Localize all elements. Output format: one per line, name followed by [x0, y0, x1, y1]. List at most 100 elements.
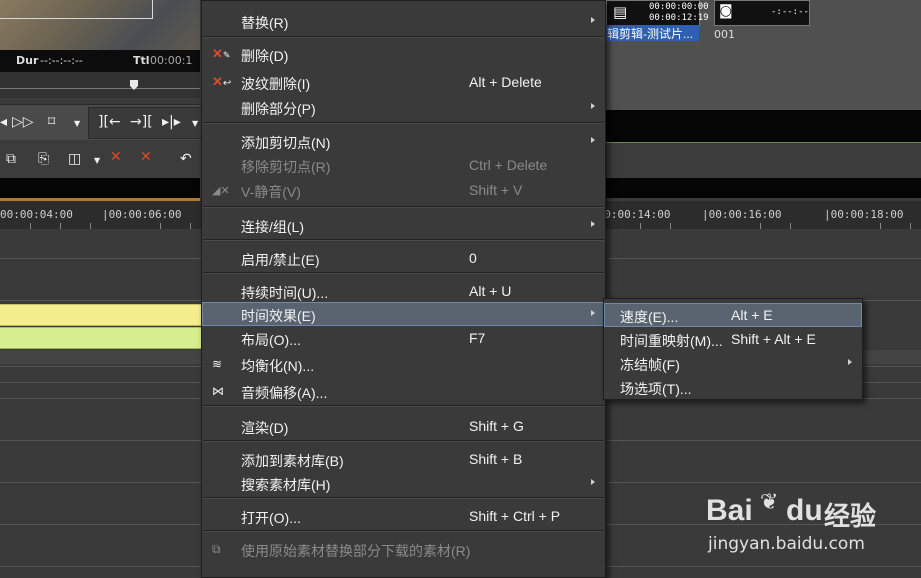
undo-icon[interactable]: ↶	[180, 151, 192, 167]
split-icon[interactable]: ▸|▸	[162, 114, 181, 130]
mark-in-icon[interactable]: ][←	[98, 114, 121, 130]
context-menu-item[interactable]: ✕✎ 删除(D)	[202, 42, 605, 66]
context-menu-item[interactable]: 搜索素材库(H)	[202, 471, 605, 495]
watermark-url: jingyan.baidu.com	[708, 534, 865, 554]
chevron-down-icon[interactable]: ▼	[74, 119, 80, 128]
context-menu-item[interactable]: ⋈ 音频偏移(A)...	[202, 379, 605, 403]
submenu-arrow-icon	[591, 17, 595, 23]
menu-item-label: 波纹删除(I)	[241, 76, 311, 92]
insert-icon[interactable]: ◫	[68, 151, 81, 167]
context-menu-item[interactable]: 删除部分(P)	[202, 95, 605, 119]
menu-item-shortcut: Shift + G	[469, 418, 524, 434]
ttl-value: 00:00:1	[150, 54, 193, 67]
context-menu-item[interactable]: 添加剪切点(N)	[202, 129, 605, 153]
menu-item-label: 连接/组(L)	[241, 219, 304, 235]
submenu-arrow-icon	[591, 103, 595, 109]
context-menu-item[interactable]: 连接/组(L)	[202, 213, 605, 237]
clip-thumbnail[interactable]: ▤ 00:00:00:00 00:00:12:19	[606, 0, 709, 26]
audio-offset-icon: ⋈	[212, 384, 224, 398]
menu-item-label: 添加到素材库(B)	[241, 453, 344, 469]
ruler-label: |00:00:18:00	[824, 208, 904, 221]
menu-item-label: 移除剪切点(R)	[241, 159, 331, 175]
menu-separator	[203, 530, 604, 532]
menu-item-label: 速度(E)...	[620, 309, 679, 325]
menu-separator	[203, 497, 604, 499]
menu-item-label: 持续时间(U)...	[241, 285, 329, 301]
ruler-label: 00:00:04:00	[0, 208, 73, 221]
menu-item-shortcut: Alt + U	[469, 283, 512, 299]
copy-icon[interactable]: ⧉	[6, 151, 16, 167]
watermark-product: 经验	[824, 502, 877, 532]
menu-separator	[203, 440, 604, 442]
menu-separator	[203, 36, 604, 38]
menu-item-shortcut: Ctrl + Delete	[469, 157, 548, 173]
go-in-icon[interactable]: →][	[130, 114, 153, 130]
submenu-arrow-icon	[591, 479, 595, 485]
menu-item-label: 添加剪切点(N)	[241, 135, 331, 151]
audio-clip-bar[interactable]	[0, 327, 202, 349]
context-menu-item[interactable]: 布局(O)... F7	[202, 326, 605, 350]
clip-in-time: -:--:--	[771, 7, 809, 17]
clip-duration: 00:00:12:19	[649, 13, 709, 23]
submenu-arrow-icon	[591, 310, 595, 316]
clip-thumbnail[interactable]: ◙ -:--:--	[714, 0, 810, 26]
menu-item-label: 布局(O)...	[241, 332, 301, 348]
menu-item-label: 时间效果(E)	[241, 308, 316, 324]
submenu-arrow-icon	[848, 359, 852, 365]
ripple-delete-icon: ✕↩	[212, 74, 232, 89]
clip-caption[interactable]: 辑剪辑-测试片...	[606, 25, 699, 41]
context-menu-item: ⧉ 使用原始素材替换部分下载的素材(R)	[202, 537, 605, 561]
fast-forward-icon[interactable]: ▷▷	[12, 114, 34, 130]
context-menu-item[interactable]: 添加到素材库(B) Shift + B	[202, 447, 605, 471]
context-menu-item[interactable]: 持续时间(U)... Alt + U	[202, 279, 605, 303]
ripple-delete-icon[interactable]: ✕	[140, 149, 152, 165]
preview-safe-frame	[0, 0, 153, 19]
chevron-down-icon[interactable]: ▼	[94, 156, 100, 165]
context-menu: 替换(R) ✕✎ 删除(D) ✕↩ 波纹删除(I) Alt + Delete 删除部分(P)…	[201, 0, 606, 578]
paste-icon[interactable]: ⎘	[38, 151, 49, 167]
menu-item-label: 使用原始素材替换部分下载的素材(R)	[241, 543, 471, 559]
menu-item-label: 打开(O)...	[241, 510, 301, 526]
menu-separator	[203, 206, 604, 208]
menu-item-label: V-静音(V)	[241, 184, 301, 200]
scrub-bar[interactable]	[0, 72, 200, 98]
context-menu-item: 移除剪切点(R) Ctrl + Delete	[202, 153, 605, 177]
submenu-item[interactable]: 场选项(T)...	[604, 375, 862, 399]
clip-caption[interactable]: 001	[714, 28, 735, 41]
video-clip-bar[interactable]	[0, 304, 202, 326]
watermark-brand: Bai	[706, 494, 753, 527]
context-menu-item[interactable]: 替换(R)	[202, 9, 605, 33]
context-menu-item[interactable]: 渲染(D) Shift + G	[202, 414, 605, 438]
timecode-bar: Dur --:--:--:-- Ttl 00:00:1	[0, 50, 200, 72]
ttl-label: Ttl	[133, 54, 150, 67]
delete-icon[interactable]: ✕	[110, 149, 122, 165]
loop-icon[interactable]: ⌑	[48, 114, 55, 130]
chevron-down-icon[interactable]: ▼	[192, 119, 198, 128]
context-menu-item[interactable]: 打开(O)... Shift + Ctrl + P	[202, 504, 605, 528]
player-strip	[606, 110, 921, 142]
playback-toolbar: ◂ ▷▷ ⌑ ▼ ][← →][ ▸|▸ ▼	[0, 104, 202, 141]
submenu-item[interactable]: 速度(E)... Alt + E	[604, 303, 862, 327]
context-menu-item[interactable]: ≋ 均衡化(N)...	[202, 352, 605, 376]
context-menu-item[interactable]: 启用/禁止(E) 0	[202, 246, 605, 270]
menu-item-shortcut: Shift + Ctrl + P	[469, 508, 561, 524]
menu-item-label: 启用/禁止(E)	[241, 252, 320, 268]
menu-separator	[203, 405, 604, 407]
menu-separator	[203, 239, 604, 241]
replace-source-icon: ⧉	[212, 542, 221, 556]
step-back-icon[interactable]: ◂	[0, 114, 7, 130]
context-menu-item: ◢✕ V-静音(V) Shift + V	[202, 178, 605, 202]
submenu-item[interactable]: 时间重映射(M)... Shift + Alt + E	[604, 327, 862, 351]
context-menu-item[interactable]: ✕↩ 波纹删除(I) Alt + Delete	[202, 70, 605, 94]
menu-separator	[203, 122, 604, 124]
menu-item-shortcut: 0	[469, 250, 477, 266]
submenu-item[interactable]: 冻结帧(F)	[604, 351, 862, 375]
context-menu-item[interactable]: 时间效果(E)	[202, 302, 605, 326]
submenu-arrow-icon	[591, 137, 595, 143]
menu-item-label: 冻结帧(F)	[620, 357, 680, 373]
dur-value: --:--:--:--	[40, 54, 83, 67]
menu-item-shortcut: Shift + B	[469, 451, 523, 467]
scrub-line	[0, 88, 200, 89]
menu-item-label: 替换(R)	[241, 15, 289, 31]
watermark-brand-suffix: du	[786, 494, 823, 527]
